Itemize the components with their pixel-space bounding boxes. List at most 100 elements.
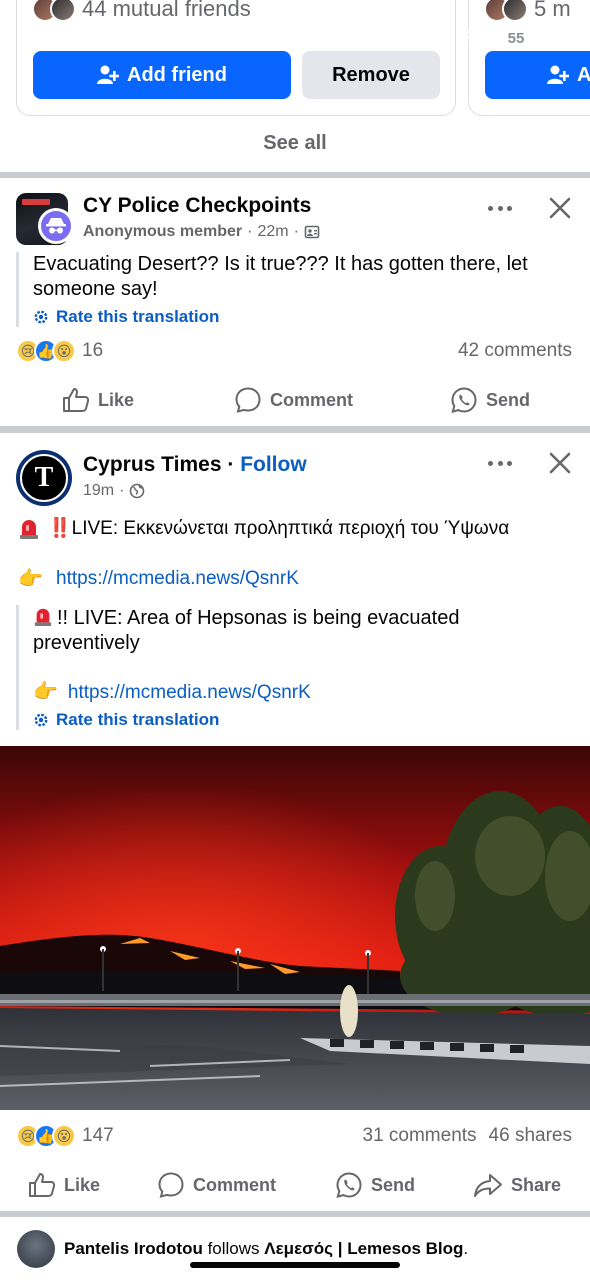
status-bar: 00:00 55 (0, 26, 590, 54)
send-label: Send (371, 1174, 416, 1195)
post-author[interactable]: Anonymous member (83, 223, 242, 241)
send-button[interactable]: Send (450, 386, 530, 414)
remove-button[interactable]: Remove (302, 51, 440, 99)
wow-reaction-icon: 😮 (52, 1124, 76, 1148)
more-options-icon[interactable] (488, 196, 512, 220)
comment-label: Comment (193, 1174, 277, 1195)
translated-link-line: 👉 https://mcmedia.news/QsnrK (33, 680, 556, 705)
activity-person[interactable]: Pantelis Irodotou (64, 1239, 203, 1258)
reaction-count: 16 (82, 340, 104, 361)
rate-translation-link[interactable]: Rate this translation (33, 307, 574, 327)
original-text: ‼️LIVE: Εκκενώνεται προληπτικά περιοχή τ… (48, 518, 510, 539)
location-arrow-icon (138, 31, 154, 47)
pointing-hand-icon: 👉 (33, 681, 58, 703)
activity-text: Pantelis Irodotou follows Λεμεσός | Leme… (64, 1239, 468, 1259)
post-time[interactable]: 22m (257, 223, 288, 241)
post-actions: Like Comment Send (0, 376, 590, 424)
reactions-row: 😢 👍 😮 147 31 comments 46 shares (16, 1124, 572, 1148)
pointing-hand-icon: 👉 (18, 568, 43, 590)
meta-separator: · (293, 223, 299, 240)
like-button[interactable]: Like (62, 387, 134, 413)
close-icon[interactable] (548, 196, 572, 220)
reactions-summary[interactable]: 😢 👍 😮 16 (16, 339, 103, 363)
comment-button[interactable]: Comment (157, 1171, 276, 1199)
globe-icon (130, 483, 145, 499)
group-name[interactable]: CY Police Checkpoints (83, 194, 311, 218)
group-post: CY Police Checkpoints Anonymous member ·… (0, 178, 590, 426)
reactions-summary[interactable]: 😢 👍 😮 147 (16, 1124, 114, 1148)
meta-separator: · (119, 482, 125, 499)
send-label: Send (486, 389, 531, 410)
battery-icon: 55 (496, 29, 536, 49)
like-icon (63, 388, 90, 412)
reaction-count: 147 (82, 1125, 114, 1146)
wildfire-photo (0, 746, 590, 1110)
status-time: 00:00 (62, 26, 124, 52)
rate-translation-label: Rate this translation (56, 710, 220, 729)
add-friend-label: A (577, 63, 590, 86)
follow-separator: · (227, 453, 235, 476)
comments-count[interactable]: 31 comments (363, 1125, 477, 1147)
mutual-friends-label: 44 mutual friends (82, 0, 251, 21)
more-options-icon[interactable] (488, 451, 512, 475)
share-button[interactable]: Share (473, 1172, 561, 1198)
comments-count[interactable]: 42 comments (458, 340, 572, 362)
add-friend-button-partial[interactable]: A (485, 51, 590, 99)
activity-target[interactable]: Λεμεσός | Lemesos Blog (264, 1239, 463, 1258)
post-text: Evacuating Desert?? Is it true??? It has… (33, 253, 528, 300)
comment-icon (158, 1172, 184, 1198)
wow-reaction-icon: 😮 (52, 339, 76, 363)
gear-icon (34, 310, 48, 324)
reactions-row: 😢 👍 😮 16 42 comments (16, 339, 572, 363)
engagement-counts: 31 comments 46 shares (363, 1125, 573, 1147)
like-label: Like (98, 389, 135, 410)
send-button[interactable]: Send (335, 1171, 415, 1199)
anonymous-member-icon (38, 208, 74, 244)
post-actions: Like Comment Send Share (0, 1161, 590, 1209)
post-photo[interactable] (0, 746, 590, 1110)
siren-icon (20, 520, 38, 539)
close-icon[interactable] (548, 451, 572, 475)
original-link[interactable]: https://mcmedia.news/QsnrK (56, 568, 299, 590)
gear-icon (34, 713, 48, 727)
friend-suggestions: 44 mutual friends 5 m 00:00 55 Add frien… (0, 0, 590, 172)
follow-button[interactable]: Follow (240, 453, 307, 476)
add-person-icon (547, 65, 569, 84)
see-all-link[interactable]: See all (0, 132, 590, 155)
translated-line: !! LIVE: Area of Hepsonas is being evacu… (33, 607, 460, 654)
group-audience-icon (304, 225, 320, 239)
follow-activity-story[interactable]: Pantelis Irodotou follows Λεμεσός | Leme… (0, 1217, 590, 1280)
post-meta: Anonymous member · 22m · (83, 223, 320, 241)
original-text-line: ‼️LIVE: Εκκενώνεται προληπτικά περιοχή τ… (18, 516, 509, 540)
siren-icon (34, 608, 52, 626)
post-header-title: Cyprus Times · Follow (83, 453, 307, 477)
comment-button[interactable]: Comment (234, 386, 353, 414)
remove-label: Remove (332, 63, 410, 86)
mutual-friends-label: 5 m (534, 0, 571, 21)
comment-icon (235, 387, 261, 413)
mutual-friends: 44 mutual friends (32, 0, 251, 22)
home-indicator[interactable] (190, 1262, 400, 1268)
share-icon (474, 1174, 502, 1197)
signal-icon (418, 31, 443, 49)
post-time[interactable]: 19m (83, 482, 114, 500)
like-button[interactable]: Like (28, 1172, 100, 1198)
whatsapp-icon (451, 387, 477, 414)
add-friend-label: Add friend (127, 63, 227, 86)
rate-translation-link[interactable]: Rate this translation (33, 710, 556, 730)
like-label: Like (64, 1174, 101, 1195)
wifi-icon (459, 29, 485, 48)
page-post: T Cyprus Times · Follow 19m · ‼️LIVE: Εκ… (0, 433, 590, 1211)
add-friend-button[interactable]: Add friend (33, 51, 291, 99)
translated-text-block: Evacuating Desert?? Is it true??? It has… (16, 252, 574, 327)
like-icon (29, 1173, 56, 1197)
avatar[interactable] (17, 1230, 55, 1268)
activity-verb: follows (202, 1239, 265, 1258)
whatsapp-icon (336, 1172, 362, 1199)
meta-separator: · (247, 223, 253, 240)
page-avatar[interactable]: T (16, 450, 72, 506)
mutual-avatar (502, 0, 528, 22)
page-name[interactable]: Cyprus Times (83, 453, 222, 476)
translated-link[interactable]: https://mcmedia.news/QsnrK (68, 680, 311, 705)
shares-count[interactable]: 46 shares (489, 1125, 572, 1147)
